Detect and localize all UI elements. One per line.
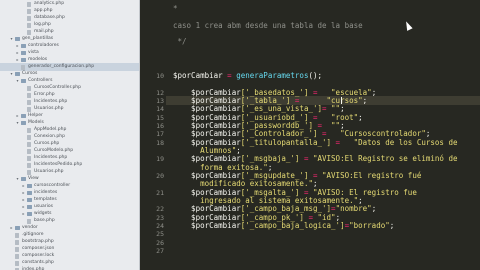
- code-token: =: [331, 137, 345, 147]
- folder-icon: [27, 184, 32, 188]
- code-token: caso 1 crea abm desde una tabla de la ba…: [173, 20, 363, 30]
- mouse-pointer-icon: [403, 20, 413, 31]
- folder-icon: [21, 51, 26, 55]
- tree-file[interactable]: index.php: [0, 266, 139, 270]
- folder-icon: [21, 114, 26, 118]
- folder-icon: [15, 72, 20, 76]
- code-token: $porCambiar: [173, 221, 241, 231]
- line-number: 16: [156, 121, 164, 130]
- code-token: generaParametros: [236, 70, 309, 80]
- file-icon: [27, 162, 31, 168]
- code-token: ['_titulopantalla_']: [240, 137, 332, 147]
- line-number: 22: [156, 205, 164, 214]
- file-icon: [15, 232, 19, 238]
- folder-icon: [15, 226, 20, 230]
- line-number: 12: [156, 88, 164, 97]
- code-token: =: [222, 70, 237, 80]
- line-number: 23: [156, 213, 164, 222]
- file-icon: [15, 253, 19, 259]
- code-line[interactable]: $porCambiar['_campo_baja_logica_']="borr…: [173, 222, 394, 230]
- code-token: "Datos de los Cursos de: [344, 137, 458, 147]
- code-token: */: [173, 37, 187, 47]
- code-line[interactable]: *: [173, 5, 178, 13]
- file-icon: [15, 239, 19, 245]
- file-icon: [27, 85, 31, 91]
- file-icon: [27, 218, 31, 224]
- file-icon: [27, 148, 31, 154]
- text-cursor: [341, 97, 342, 104]
- code-line[interactable]: */: [173, 38, 187, 46]
- folder-icon: [27, 198, 32, 202]
- file-icon: [27, 1, 31, 7]
- folder-icon: [21, 58, 26, 62]
- folder-icon: [21, 79, 26, 83]
- code-token: "AVISO:El Registro se eliminó de: [312, 154, 458, 164]
- code-token: =: [299, 154, 313, 164]
- file-icon: [27, 8, 31, 14]
- line-number: 24: [156, 222, 164, 231]
- code-token: ;: [371, 204, 377, 214]
- line-number: 17: [156, 130, 164, 139]
- project-sidebar: analytics.php app.php database.php log.php m…: [0, 0, 140, 270]
- file-icon: [27, 106, 31, 112]
- code-editor[interactable]: 10 12 13 14 15 16 17 18 19 20 21 22 23 24 25 26 27 * caso…: [140, 0, 480, 270]
- file-icon: [27, 22, 31, 28]
- line-number: 19: [156, 155, 164, 164]
- folder-icon: [27, 191, 32, 195]
- folder-icon: [27, 205, 32, 209]
- code-token: "borrado": [349, 221, 390, 231]
- file-icon: [27, 92, 31, 98]
- line-number: 21: [156, 188, 164, 197]
- line-number: 14: [156, 105, 164, 114]
- code-token: "nombre": [335, 204, 372, 214]
- code-token: ;: [362, 95, 368, 105]
- file-icon: [27, 141, 31, 147]
- folder-icon: [21, 121, 26, 125]
- code-token: *: [173, 4, 178, 13]
- code-token: ;: [371, 87, 377, 97]
- folder-icon: [27, 212, 32, 216]
- file-icon: [27, 99, 31, 105]
- line-number: 27: [156, 247, 164, 256]
- line-number-gutter: 10 12 13 14 15 16 17 18 19 20 21 22 23 24 25 26 27: [140, 0, 166, 270]
- code-token: "AVISO:El registro fué: [322, 171, 422, 180]
- line-number: 25: [156, 230, 164, 239]
- line-number: 18: [156, 138, 164, 147]
- code-token: ();: [308, 70, 323, 80]
- file-icon: [27, 169, 31, 175]
- code-token: $porCambiar: [173, 70, 223, 80]
- line-number: 26: [156, 238, 164, 247]
- file-icon: [15, 260, 19, 266]
- folder-icon: [15, 37, 20, 41]
- file-icon: [21, 64, 25, 70]
- line-number: 15: [156, 113, 164, 122]
- folder-icon: [21, 177, 26, 181]
- code-token: ['_campo_baja_logica_']: [240, 221, 345, 231]
- line-number: 10: [156, 71, 164, 80]
- line-number: 13: [156, 96, 164, 105]
- code-line[interactable]: $porCambiar = generaParametros();: [173, 70, 323, 80]
- code-token: ;: [389, 221, 395, 231]
- file-icon: [15, 246, 19, 252]
- tree-item-label: index.php: [22, 267, 45, 270]
- code-token: ;: [358, 112, 363, 122]
- code-line[interactable]: caso 1 crea abm desde una tabla de la ba…: [173, 20, 363, 30]
- line-number: 20: [156, 172, 164, 180]
- file-icon: [27, 127, 31, 133]
- folder-icon: [21, 44, 26, 48]
- file-icon: [27, 15, 31, 21]
- file-icon: [27, 29, 31, 35]
- file-icon: [27, 155, 31, 161]
- file-icon: [27, 134, 31, 140]
